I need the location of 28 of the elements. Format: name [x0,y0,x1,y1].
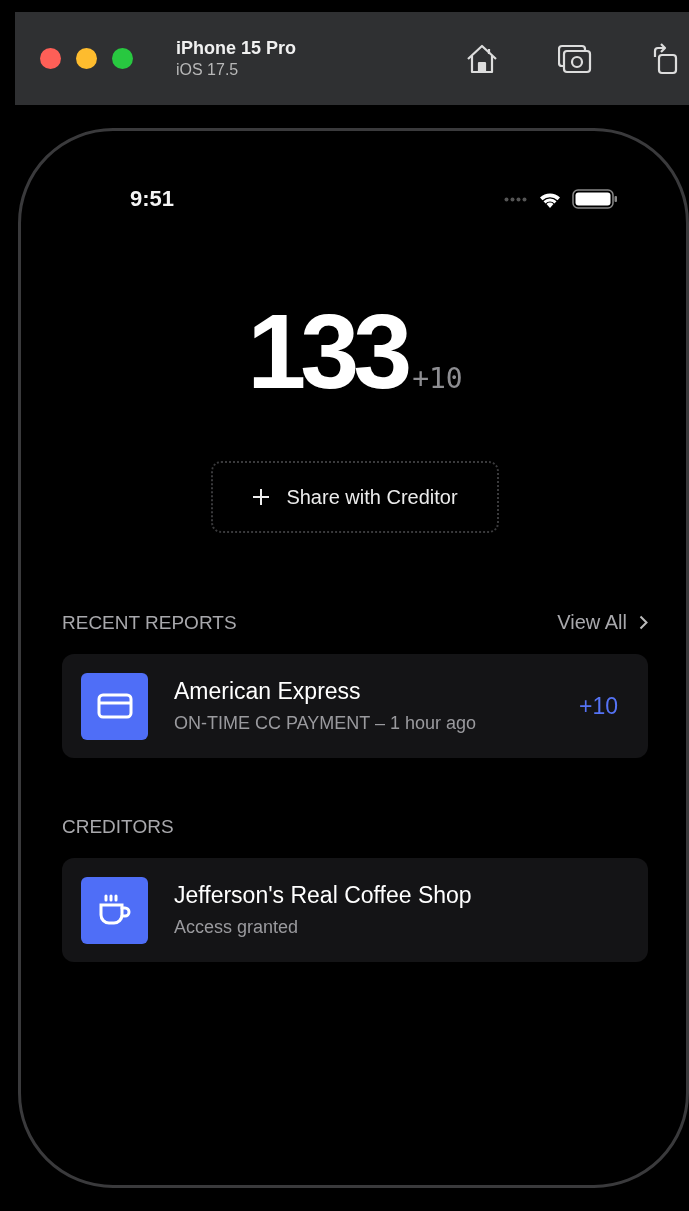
home-icon[interactable] [466,43,498,74]
score-change: +10 [412,367,463,391]
share-with-creditor-button[interactable]: Share with Creditor [211,461,499,533]
item-subtitle: ON-TIME CC PAYMENT – 1 hour ago [174,713,478,734]
points-change: +10 [579,692,618,720]
minimize-window-button[interactable] [76,48,97,69]
item-title: American Express [174,678,362,705]
camera-icon[interactable] [558,43,592,74]
plus-icon [252,488,271,506]
list-card[interactable]: Jefferson's Real Coffee Shop Access granted [62,858,648,962]
status-time: 9:51 [130,186,175,212]
close-window-button[interactable] [40,48,61,69]
signal-dots-icon [504,196,528,202]
section-heading: RECENT REPORTS [62,611,237,634]
list-card[interactable]: American Express ON-TIME CC PAYMENT – 1 hour ago +10 [62,654,648,758]
coffee-cup-icon [97,894,132,926]
rotate-icon[interactable] [652,42,678,75]
view-all-link[interactable]: View All [557,611,648,634]
zoom-window-button[interactable] [112,48,133,69]
credit-score: 133 [247,311,407,391]
chevron-right-icon [639,615,648,630]
credit-card-icon [96,693,133,719]
battery-icon [572,189,618,209]
os-version: iOS 17.5 [176,61,240,79]
item-title: Jefferson's Real Coffee Shop [174,882,473,909]
device-name: iPhone 15 Pro [176,38,298,59]
section-heading: CREDITORS [62,816,174,838]
item-subtitle: Access granted [174,917,300,938]
